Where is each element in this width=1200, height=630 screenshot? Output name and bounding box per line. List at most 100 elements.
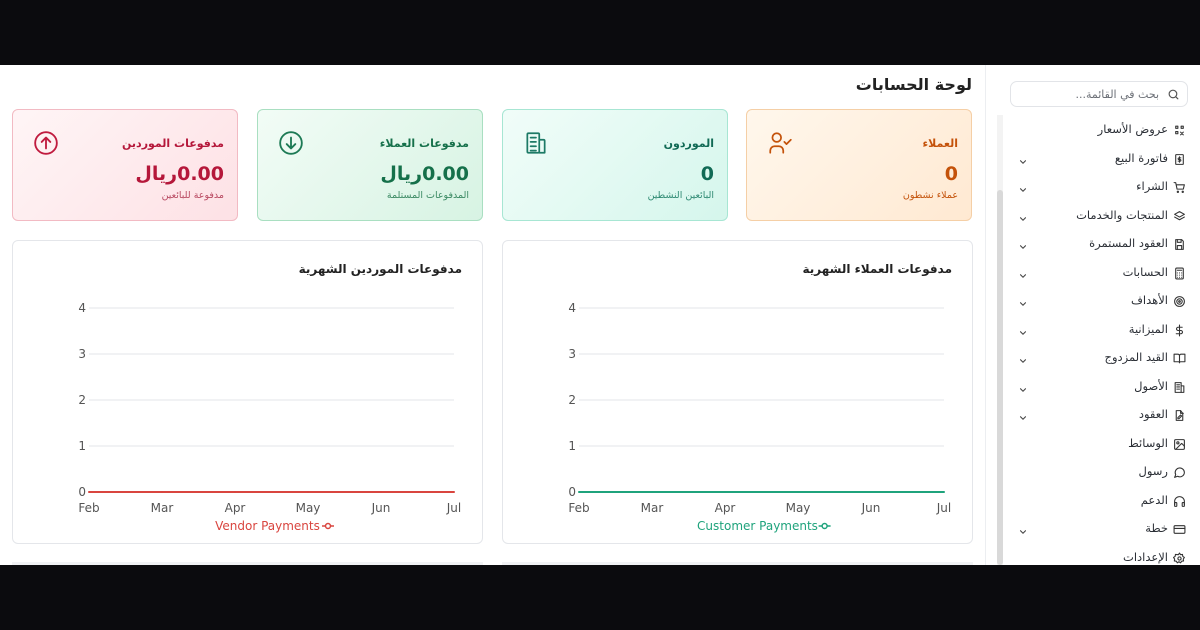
legend-marker-dot [821,522,828,530]
search-input[interactable] [1019,85,1159,103]
customer-payments-subtitle: المدفوعات المستلمة [386,190,469,201]
sidebar-item[interactable]: الإعدادات [1004,543,1200,566]
sidebar-item-label: الدعم [1140,492,1168,507]
target-icon [1173,293,1187,307]
vendors-card: الموردون 0 البائعين النشطين [502,109,728,221]
sidebar-item-label: الوسائط [1128,435,1168,450]
x-tick-label: May [786,501,811,515]
x-tick-label: Feb [78,501,99,515]
chevron-down-icon[interactable] [1018,522,1028,541]
message-icon [1173,464,1187,478]
chart-plot: 0 1 2 3 4 Feb Mar Apr May Jun Jul Customer Payments [568,301,951,533]
y-tick-label: 1 [568,439,576,453]
customers-value: 0 [944,163,958,185]
sidebar-item-label: فاتورة البيع [1114,150,1168,165]
image-icon [1173,436,1187,450]
chevron-down-icon[interactable] [1018,237,1028,256]
data-point [88,491,90,493]
scrollbar-thumb[interactable] [997,190,1003,565]
save-icon [1173,236,1187,250]
y-tick-label: 1 [78,439,86,453]
chevron-down-icon[interactable] [1018,380,1028,399]
x-tick-label: Mar [151,501,174,515]
customer-payments-title: مدفوعات العملاء [379,137,469,150]
chevron-down-icon[interactable] [1018,266,1028,285]
sidebar-item[interactable]: عروض الأسعار [1004,115,1200,144]
sidebar-item-label: الشراء [1136,179,1168,193]
chevron-down-icon[interactable] [1018,408,1028,427]
chevron-down-icon[interactable] [1018,152,1028,171]
y-tick-label: 0 [568,485,576,499]
sidebar-item-label: الأهداف [1131,293,1168,307]
sidebar-item-label: الميزانية [1128,321,1168,336]
sidebar-item[interactable]: الأهداف [1004,286,1200,315]
chart-plot: 0 1 2 3 4 Feb Mar Apr May Jun Jul Vendor Payments [78,301,461,533]
sidebar-item[interactable]: الوسائط [1004,429,1200,458]
sidebar-item-label: عروض الأسعار [1097,122,1168,136]
x-tick-label: Jul [446,501,461,515]
data-point [943,491,945,493]
vendor-payments-value: 0.00ريال [135,163,224,185]
sidebar-item[interactable]: الشراء [1004,172,1200,201]
vendor-payments-title: مدفوعات الموردين [122,137,224,150]
sidebar-item-label: المنتجات والخدمات [1076,207,1168,222]
sidebar-item-label: العقود [1138,407,1168,421]
vendor-payments-chart: مدفوعات الموردين الشهرية 0 1 2 3 4 Feb Mar Apr M… [12,240,483,544]
data-point [380,491,382,493]
building-icon [523,130,549,160]
data-point [797,491,799,493]
vendors-title: الموردون [663,137,714,150]
x-tick-label: Jul [936,501,951,515]
chevron-down-icon[interactable] [1018,351,1028,370]
sidebar-item-label: خطة [1145,521,1168,535]
building-icon [1173,379,1187,393]
legend-label[interactable]: Customer Payments [697,519,818,533]
chevron-down-icon[interactable] [1018,294,1028,313]
chevron-down-icon[interactable] [1018,180,1028,199]
user-check-icon [767,130,793,160]
y-tick-label: 3 [568,347,576,361]
file-edit-icon [1173,407,1187,421]
x-tick-label: Mar [641,501,664,515]
sidebar-item-label: رسول [1138,464,1169,478]
data-point [307,491,309,493]
sidebar-item[interactable]: فاتورة البيع [1004,144,1200,173]
book-icon [1173,350,1187,364]
x-tick-label: Apr [225,501,246,515]
chevron-down-icon[interactable] [1018,323,1028,342]
sidebar-item[interactable]: الميزانية [1004,315,1200,344]
sidebar-item[interactable]: المنتجات والخدمات [1004,201,1200,230]
sidebar-item[interactable]: الدعم [1004,486,1200,515]
quote-icon [1173,122,1187,136]
sidebar-item[interactable]: القيد المزدوج [1004,343,1200,372]
data-point [724,491,726,493]
data-point [870,491,872,493]
divider [985,65,986,565]
sidebar-item[interactable]: العقود [1004,400,1200,429]
x-tick-label: Feb [568,501,589,515]
sidebar-item[interactable]: خطة [1004,514,1200,543]
app-window: لوحة الحسابات العملاء 0 عملاء نشطون المو… [0,65,1200,565]
customers-subtitle: عملاء نشطون [902,190,958,201]
sidebar-item[interactable]: رسول [1004,457,1200,486]
y-tick-label: 2 [568,393,576,407]
chevron-down-icon[interactable] [1018,209,1028,228]
sidebar-item[interactable]: الحسابات [1004,258,1200,287]
data-point [453,491,455,493]
sidebar-item-label: الحسابات [1122,264,1168,279]
vendor-payments-card: مدفوعات الموردين 0.00ريال مدفوعة للبائعي… [12,109,238,221]
y-tick-label: 3 [78,347,86,361]
customer-payments-value: 0.00ريال [380,163,469,185]
invoice-icon [1173,151,1187,165]
settings-icon [1173,550,1187,564]
x-tick-label: May [296,501,321,515]
x-tick-label: Jun [371,501,391,515]
sidebar-item[interactable]: العقود المستمرة [1004,229,1200,258]
legend-label[interactable]: Vendor Payments [215,519,320,533]
data-point [234,491,236,493]
layers-icon [1173,208,1187,222]
sidebar-item[interactable]: الأصول [1004,372,1200,401]
customer-payments-card: مدفوعات العملاء 0.00ريال المدفوعات المست… [257,109,483,221]
data-point [161,491,163,493]
sidebar-item-label: العقود المستمرة [1089,236,1168,250]
